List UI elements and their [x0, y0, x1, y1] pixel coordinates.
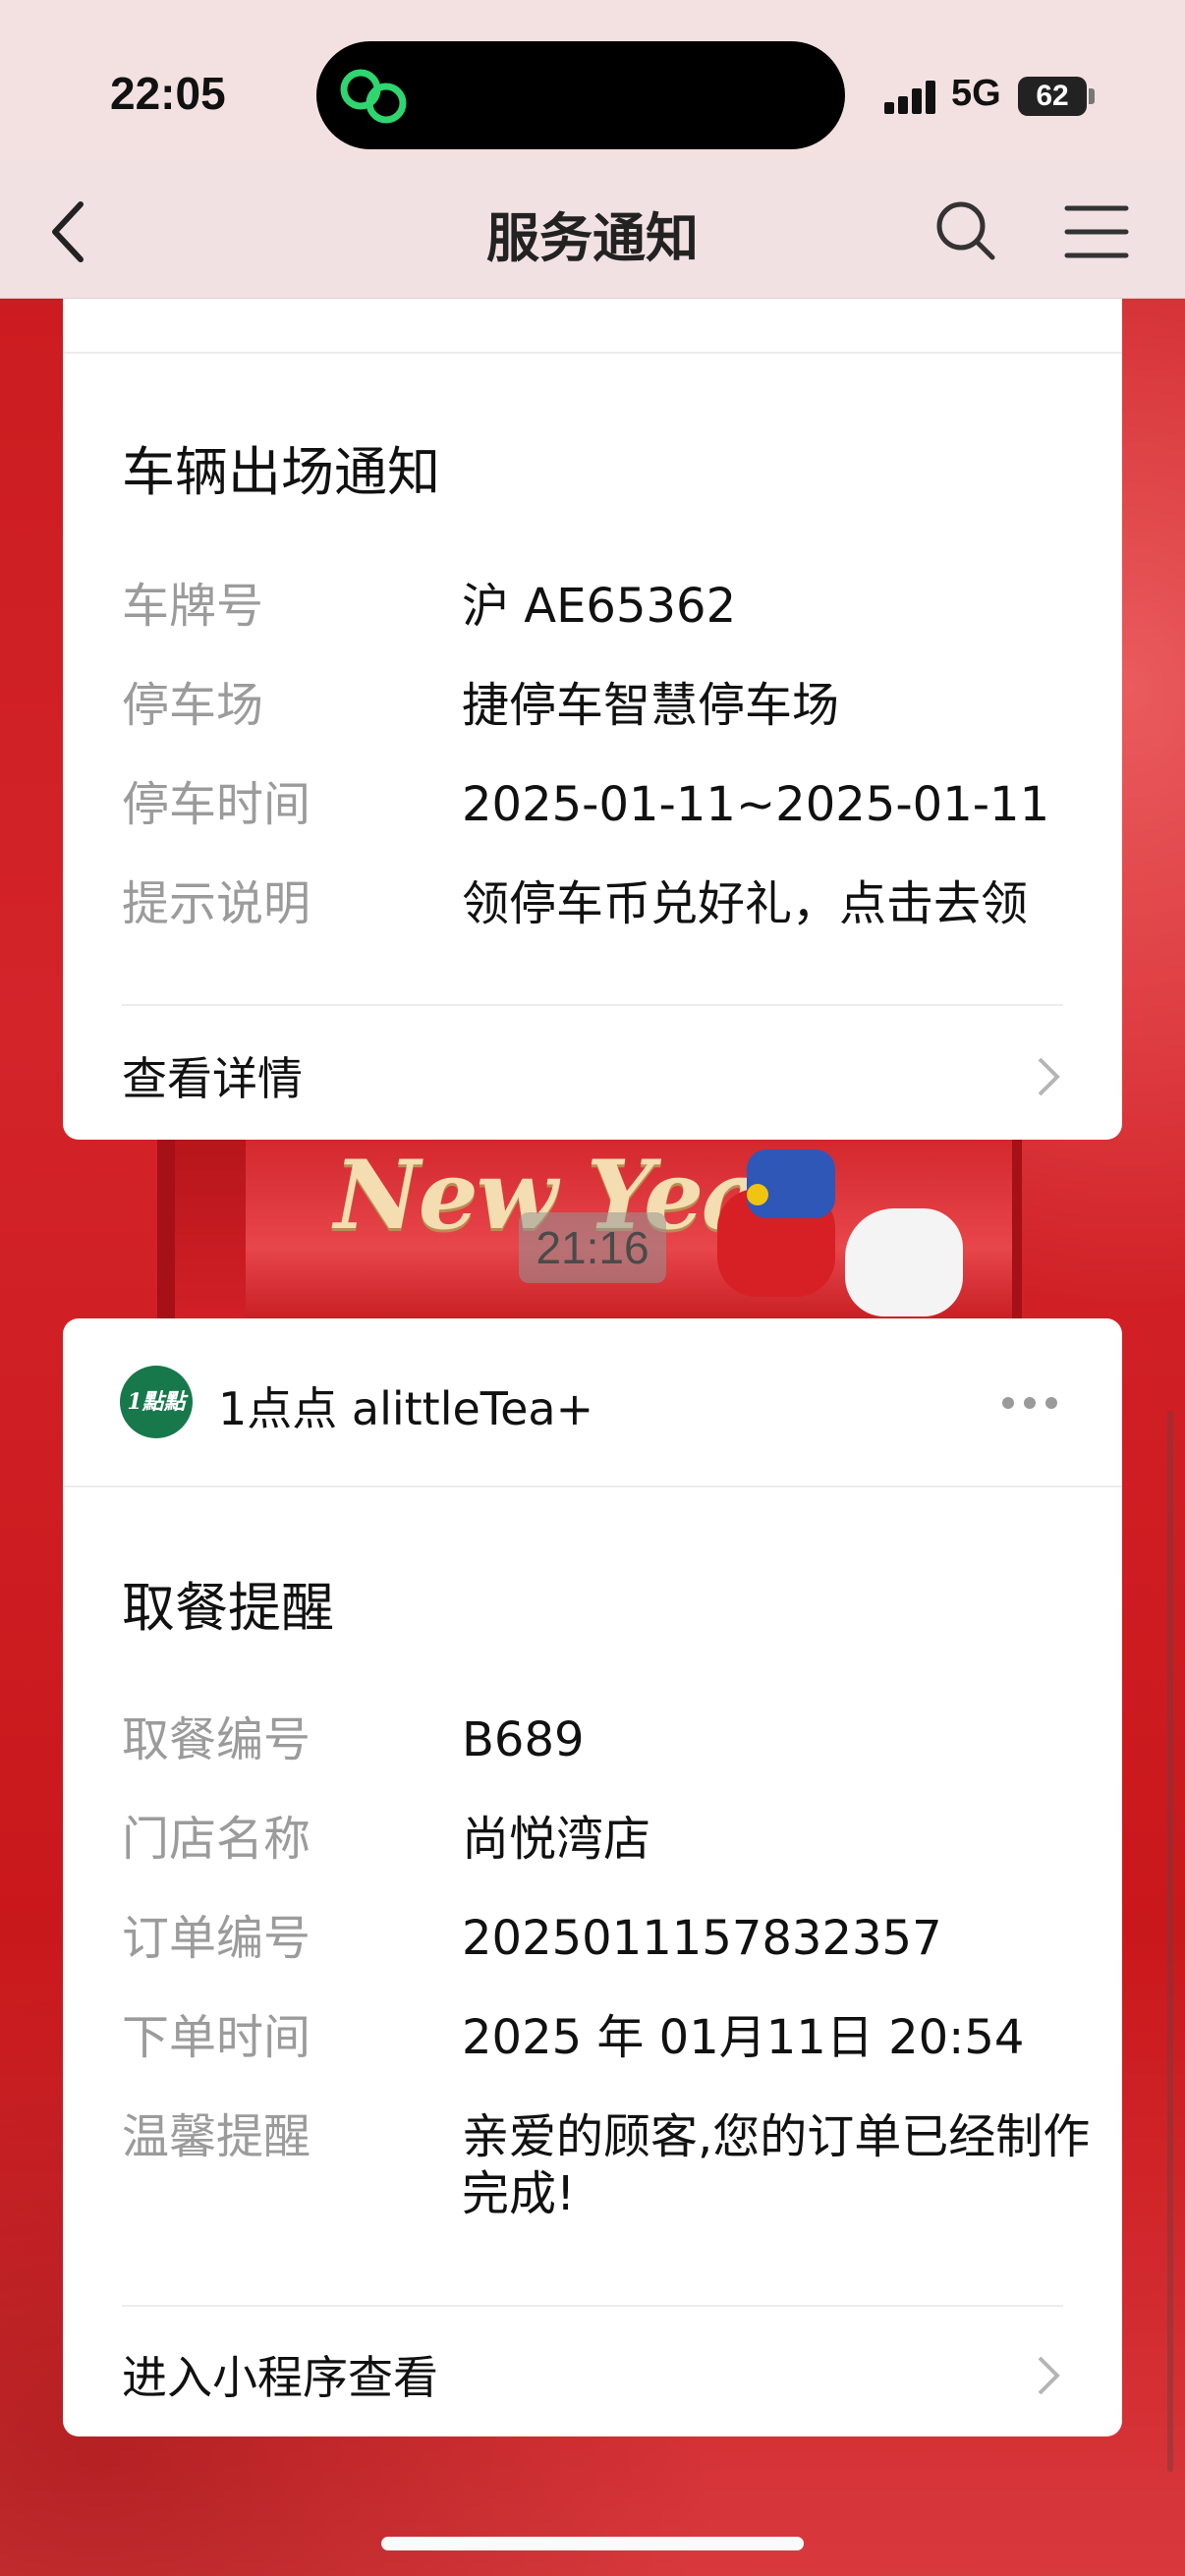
field-value: 领停车币兑好礼，点击去领: [462, 876, 1029, 931]
search-icon[interactable]: [931, 196, 1002, 267]
card-title: 取餐提醒: [122, 1577, 334, 1639]
battery-cap: [1089, 88, 1095, 104]
sender-name[interactable]: 1点点 alittleTea+: [218, 1373, 593, 1438]
field-label: 停车时间: [122, 777, 311, 832]
cartoon-figure-button: [747, 1184, 768, 1205]
field-label: 停车场: [122, 678, 264, 733]
battery-icon: 62: [1018, 77, 1087, 116]
card-header: 1點點 1点点 alittleTea+: [63, 1318, 1122, 1487]
field-label: 下单时间: [122, 2010, 311, 2065]
field-value: 捷停车智慧停车场: [462, 678, 840, 733]
field-label: 温馨提醒: [122, 2109, 311, 2164]
field-label: 门店名称: [122, 1812, 311, 1867]
notification-card-pickup[interactable]: 1點點 1点点 alittleTea+ 取餐提醒 取餐编号 B689 门店名称 …: [63, 1318, 1122, 2436]
view-details-label: 查看详情: [122, 1052, 303, 1105]
status-time: 22:05: [110, 68, 226, 119]
chevron-right-icon: [1038, 2356, 1060, 2395]
field-value: 尚悦湾店: [462, 1812, 651, 1867]
field-label: 取餐编号: [122, 1712, 311, 1767]
field-value: 2025-01-11~2025-01-11: [462, 777, 1050, 832]
notification-card-parking[interactable]: 车辆出场通知 车牌号 沪 AE65362 停车场 捷停车智慧停车场 停车时间 2…: [63, 236, 1122, 1140]
chevron-right-icon: [1038, 1057, 1060, 1096]
field-label: 车牌号: [122, 579, 264, 634]
cellular-signal-icon: [884, 79, 943, 114]
message-timestamp: 21:16: [519, 1212, 666, 1283]
view-details-link[interactable]: 查看详情: [63, 1006, 1122, 1140]
home-indicator[interactable]: [381, 2537, 804, 2550]
page-title: 服务通知: [486, 207, 699, 269]
open-miniprogram-link[interactable]: 进入小程序查看: [63, 2305, 1122, 2436]
field-value: B689: [462, 1712, 585, 1767]
field-value: 沪 AE65362: [462, 579, 737, 634]
sender-avatar[interactable]: 1點點: [120, 1366, 193, 1438]
scrollbar[interactable]: [1167, 1411, 1173, 2472]
field-value: 2025 年 01月11日 20:54: [462, 2010, 1025, 2065]
field-label: 订单编号: [122, 1911, 311, 1966]
menu-icon[interactable]: [1061, 196, 1132, 267]
field-value: 亲爱的顾客,您的订单已经制作完成!: [462, 2109, 1091, 2221]
chain-link-icon: [340, 69, 407, 124]
cartoon-figure-glove: [845, 1208, 963, 1316]
field-value: 2025011157832357: [462, 1911, 942, 1966]
network-type: 5G: [951, 73, 1001, 114]
field-label: 提示说明: [122, 876, 311, 931]
more-options-button[interactable]: [996, 1377, 1065, 1427]
card-title: 车辆出场通知: [122, 441, 440, 503]
open-miniprogram-label: 进入小程序查看: [122, 2351, 438, 2404]
